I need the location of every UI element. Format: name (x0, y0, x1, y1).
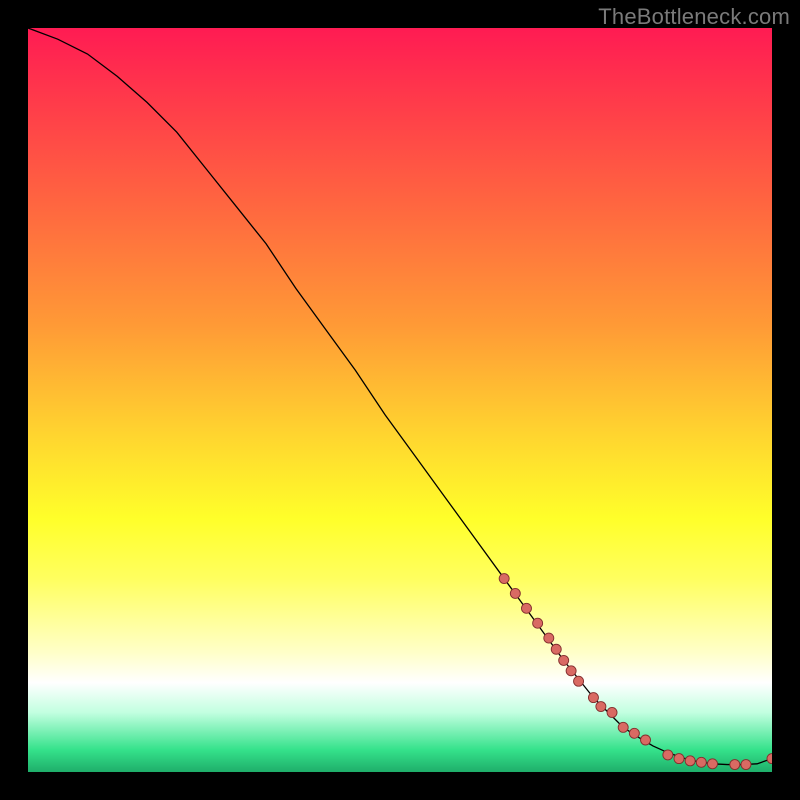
marker-dot (607, 707, 617, 717)
marker-dot (499, 574, 509, 584)
marker-dot (521, 603, 531, 613)
marker-dot (596, 702, 606, 712)
marker-dots (499, 574, 772, 770)
marker-dot (685, 756, 695, 766)
chart-frame: TheBottleneck.com (0, 0, 800, 800)
marker-dot (741, 760, 751, 770)
marker-dot (551, 644, 561, 654)
marker-dot (707, 759, 717, 769)
plot-area (28, 28, 772, 772)
marker-dot (674, 754, 684, 764)
marker-dot (588, 693, 598, 703)
marker-dot (559, 655, 569, 665)
marker-dot (696, 757, 706, 767)
watermark-text: TheBottleneck.com (598, 4, 790, 30)
marker-dot (566, 666, 576, 676)
marker-dot (767, 754, 772, 764)
bottleneck-curve (28, 28, 772, 765)
marker-dot (618, 722, 628, 732)
marker-dot (629, 728, 639, 738)
marker-dot (663, 750, 673, 760)
marker-dot (544, 633, 554, 643)
chart-overlay (28, 28, 772, 772)
marker-dot (730, 760, 740, 770)
marker-dot (641, 735, 651, 745)
marker-dot (533, 618, 543, 628)
marker-dot (574, 676, 584, 686)
marker-dot (510, 588, 520, 598)
